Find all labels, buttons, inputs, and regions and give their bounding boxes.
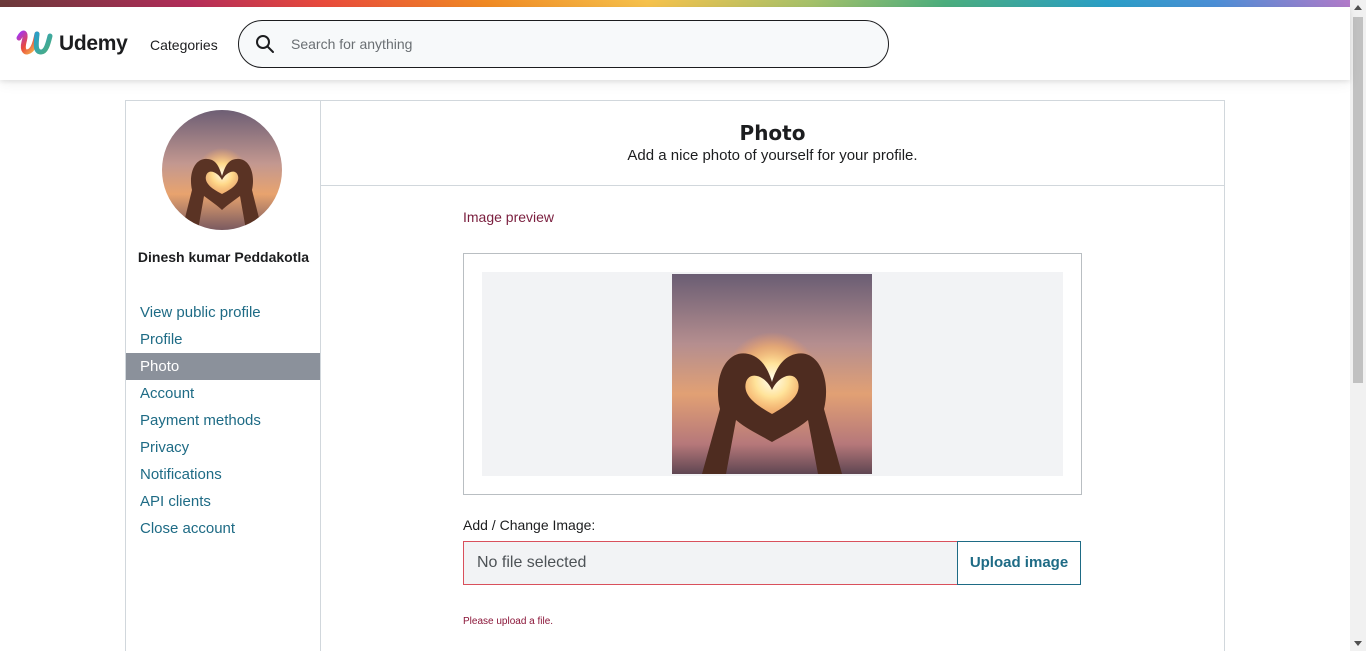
nav-view-public-profile[interactable]: View public profile	[126, 299, 320, 326]
nav-profile[interactable]: Profile	[126, 326, 320, 353]
file-input-field[interactable]: No file selected	[463, 541, 958, 585]
scroll-thumb[interactable]	[1353, 17, 1363, 383]
image-preview-box	[463, 253, 1082, 495]
udemy-logo[interactable]: Udemy	[15, 28, 128, 60]
search-bar[interactable]	[238, 20, 889, 68]
nav-payment-methods[interactable]: Payment methods	[126, 407, 320, 434]
scroll-down-arrow-icon[interactable]	[1354, 641, 1362, 646]
nav-api-clients[interactable]: API clients	[126, 488, 320, 515]
avatar-heart-hands-image	[162, 110, 282, 230]
profile-settings-panel: Dinesh kumar Peddakotla View public prof…	[125, 100, 1225, 651]
nav-account[interactable]: Account	[126, 380, 320, 407]
image-preview-canvas	[482, 272, 1063, 476]
scroll-up-arrow-icon[interactable]	[1354, 5, 1362, 10]
upload-error-message: Please upload a file.	[463, 616, 554, 627]
brand-gradient-bar	[0, 0, 1350, 7]
top-header: Udemy Categories	[0, 7, 1350, 80]
upload-image-button[interactable]: Upload image	[957, 541, 1081, 585]
page-title: Photo	[739, 121, 806, 145]
nav-close-account[interactable]: Close account	[126, 515, 320, 542]
preview-heart-hands-image	[672, 274, 872, 474]
page-subtitle: Add a nice photo of yourself for your pr…	[627, 147, 918, 164]
upload-label: Add / Change Image:	[463, 517, 596, 533]
page-scrollbar[interactable]	[1350, 0, 1366, 651]
main-content: Photo Add a nice photo of yourself for y…	[321, 101, 1224, 651]
nav-notifications[interactable]: Notifications	[126, 461, 320, 488]
udemy-logo-icon	[16, 30, 53, 55]
nav-photo[interactable]: Photo	[126, 353, 320, 380]
categories-menu[interactable]: Categories	[150, 37, 218, 53]
sidebar: Dinesh kumar Peddakotla View public prof…	[126, 101, 321, 651]
nav-privacy[interactable]: Privacy	[126, 434, 320, 461]
search-input[interactable]	[291, 24, 851, 64]
user-name: Dinesh kumar Peddakotla	[137, 249, 310, 265]
image-preview-label: Image preview	[463, 209, 555, 225]
avatar	[162, 110, 282, 230]
search-icon[interactable]	[255, 34, 275, 54]
settings-nav: View public profile Profile Photo Accoun…	[126, 299, 320, 542]
section-header: Photo Add a nice photo of yourself for y…	[321, 101, 1224, 186]
logo-text: Udemy	[59, 32, 128, 55]
